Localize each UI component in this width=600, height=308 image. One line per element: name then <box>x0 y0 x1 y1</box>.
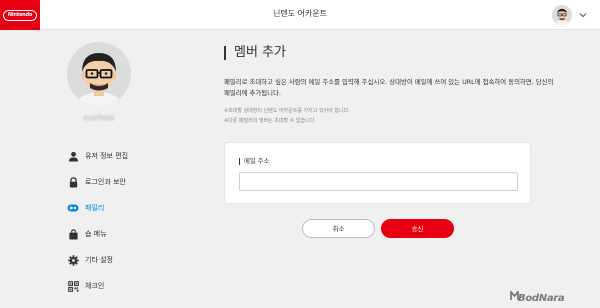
watermark-text: BodNara <box>518 293 565 304</box>
header-title: 닌텐도 어카운트 <box>272 9 328 18</box>
lock-icon <box>67 176 79 188</box>
email-card: 메일 주소 <box>224 142 531 204</box>
shopping-bag-icon <box>67 228 79 240</box>
email-input[interactable] <box>239 172 518 191</box>
note-line: ※초대할 상대방이 닌텐도 어카운트를 가지고 있어야 합니다. <box>224 108 350 114</box>
sidebar-item-shop-menu[interactable]: 숍 메뉴 <box>67 221 207 247</box>
header-avatar[interactable] <box>552 5 572 25</box>
person-icon <box>67 150 79 162</box>
page-notes: ※초대할 상대방이 닌텐도 어카운트를 가지고 있어야 합니다. ※다른 패밀리… <box>224 106 554 126</box>
sidebar-item-user-info[interactable]: 유저 정보 편집 <box>67 143 207 169</box>
sidebar-item-login-security[interactable]: 로그인과 보안 <box>67 169 207 195</box>
watermark: BodNara <box>510 291 565 304</box>
sidebar-item-family[interactable]: 패밀리 <box>67 195 207 221</box>
profile-avatar <box>67 42 131 106</box>
sidebar-nav: 유저 정보 편집 로그인과 보안 패밀리 숍 메뉴 기타 설정 체크인 <box>67 143 207 299</box>
page-title: 멤버 추가 <box>224 46 286 60</box>
note-line: ※다른 패밀리의 멤버는 초대할 수 없습니다. <box>224 118 316 124</box>
top-header: Nintendo 닌텐도 어카운트 <box>0 0 600 30</box>
sidebar-item-label: 유저 정보 편집 <box>85 152 129 160</box>
sidebar-item-check-in[interactable]: 체크인 <box>67 273 207 299</box>
qr-code-icon <box>67 280 79 292</box>
sidebar-item-label: 기타 설정 <box>85 256 113 264</box>
family-icon <box>67 202 79 214</box>
sidebar-item-label: 패밀리 <box>85 204 105 212</box>
page-description: 패밀리로 초대하고 싶은 사람의 메일 주소를 입력해 주십시오. 상대방이 메… <box>224 78 554 97</box>
sidebar-item-label: 로그인과 보안 <box>85 178 126 186</box>
profile-username: xuxfoxx <box>83 114 115 122</box>
chevron-down-icon[interactable] <box>578 10 588 20</box>
send-button[interactable]: 송신 <box>381 219 454 238</box>
sidebar-item-label: 숍 메뉴 <box>85 230 107 238</box>
sidebar-item-other-settings[interactable]: 기타 설정 <box>67 247 207 273</box>
gear-icon <box>67 254 79 266</box>
email-label: 메일 주소 <box>239 158 270 165</box>
cancel-button[interactable]: 취소 <box>302 219 375 238</box>
watermark-mark-icon <box>510 291 519 300</box>
sidebar-item-label: 체크인 <box>85 282 105 290</box>
